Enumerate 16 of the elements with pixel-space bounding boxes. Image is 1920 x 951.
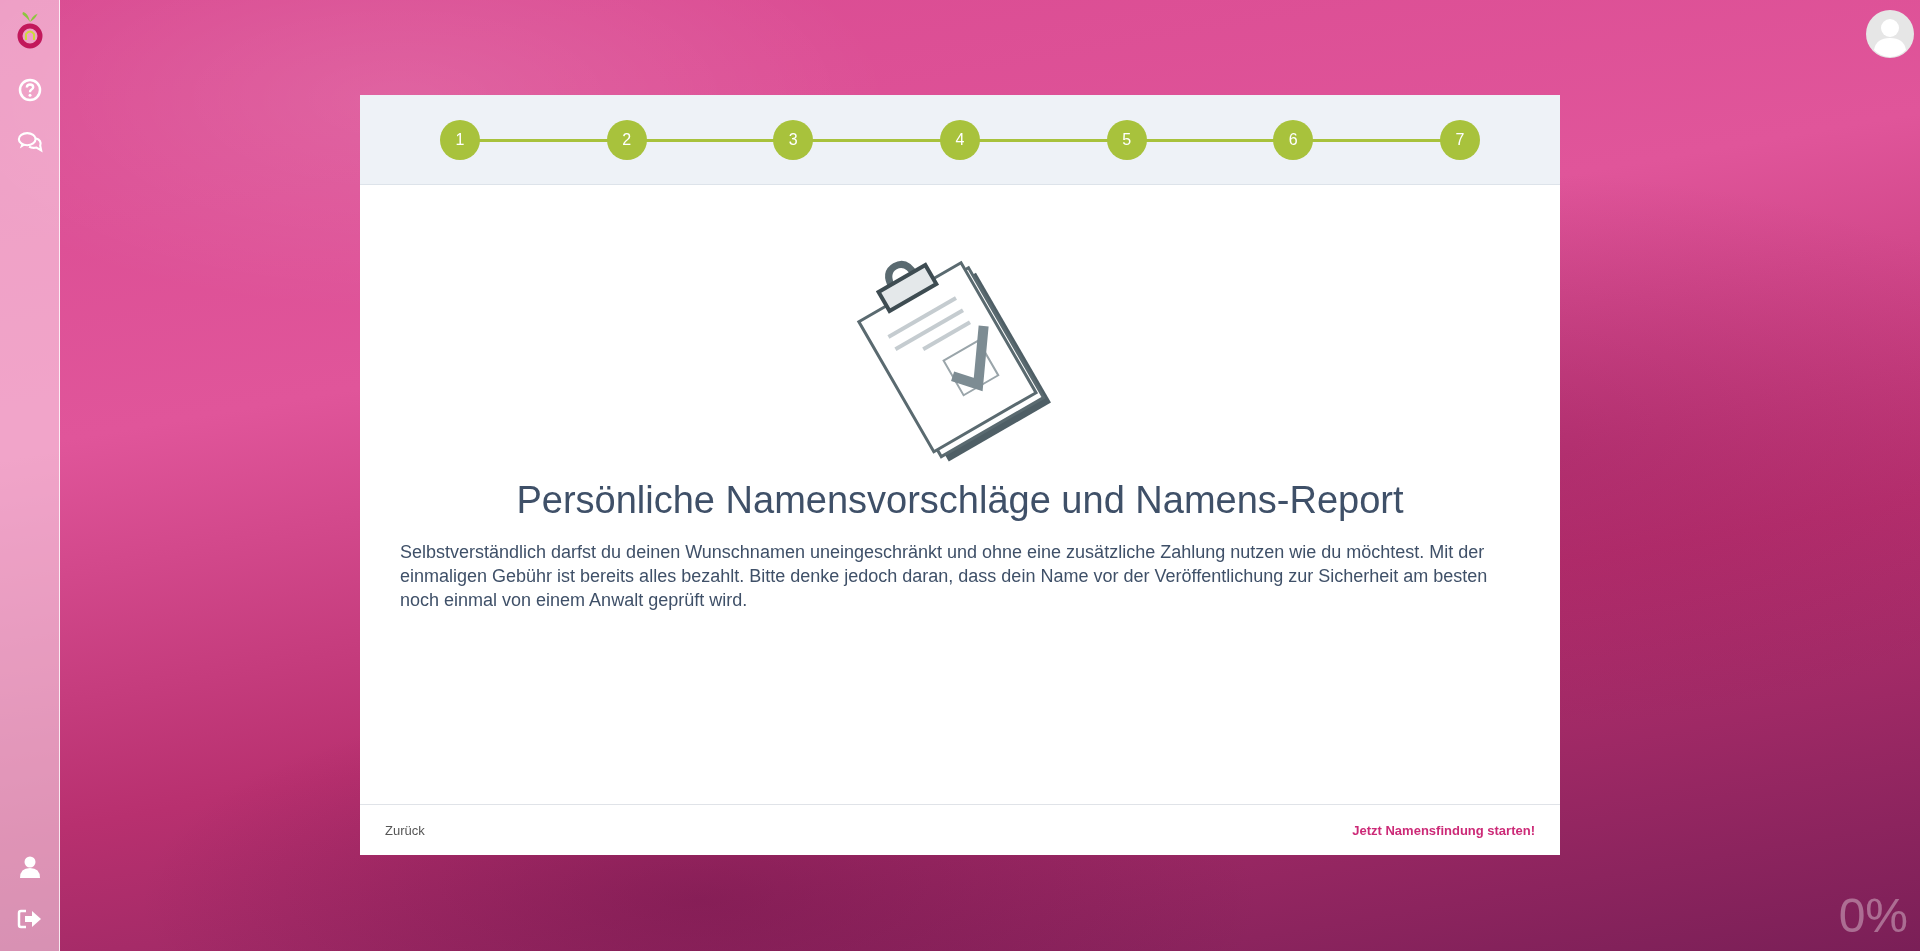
step-circle[interactable]: 4 [939,119,980,160]
step-circle[interactable]: 3 [773,119,814,160]
step-circle[interactable]: 7 [1439,119,1480,160]
progress-percentage: 0% [1838,888,1908,943]
card-title: Persönliche Namensvorschläge und Namens-Report [516,479,1404,522]
back-link[interactable]: Zurück [385,822,425,838]
step-circle[interactable]: 5 [1106,119,1147,160]
step-circle[interactable]: 2 [606,119,647,160]
step-circle[interactable]: 1 [440,119,480,160]
help-icon[interactable] [16,78,43,102]
avatar-icon[interactable] [1866,10,1914,58]
chat-bubbles-icon[interactable] [16,130,43,154]
card-description: Selbstverständlich darfst du deinen Wunschnamen uneingeschränkt und ohne eine zusätzliche Zahlung nutzen wie du möchtest. Mit der einmaligen Gebühr ist bereits alles bezahlt. Bitte denke jedoch daran, dass dein Name vor der Veröffentlichung zur Sicherheit am besten noch einmal von einem Anwalt geprüft wird. [400,541,1489,612]
start-link[interactable]: Jetzt Namensfindung starten! [1352,822,1535,838]
step-circle[interactable]: 6 [1273,119,1314,160]
logout-icon[interactable] [16,907,43,931]
